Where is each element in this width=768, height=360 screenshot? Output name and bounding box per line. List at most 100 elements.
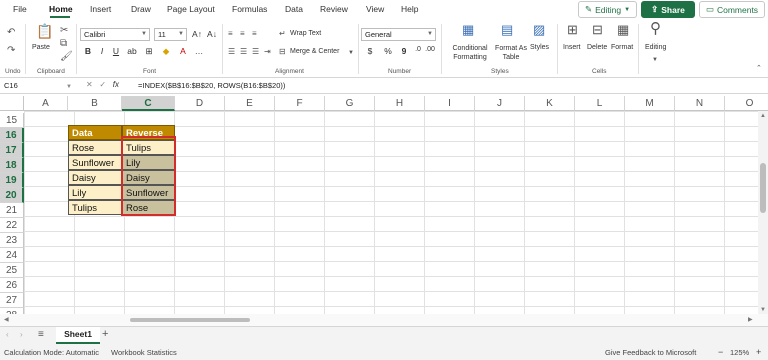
chevron-down-icon[interactable]: ▼ — [348, 48, 354, 58]
editing-mode-button[interactable]: ✎ Editing ▼ — [578, 1, 637, 18]
row-header-19[interactable]: 19 — [0, 173, 24, 188]
cell-styles-button[interactable]: Styles — [530, 44, 549, 51]
function-icon[interactable]: fx — [113, 80, 119, 89]
copy-icon[interactable]: ⧉ — [60, 39, 67, 49]
percent-icon[interactable]: % — [382, 46, 394, 56]
tab-view[interactable]: View — [366, 4, 384, 14]
column-header-k[interactable]: K — [525, 96, 575, 111]
sheet-tab-sheet1[interactable]: Sheet1 — [56, 327, 100, 344]
format-painter-icon[interactable]: 🖌 — [60, 52, 73, 62]
tab-page-layout[interactable]: Page Layout — [167, 4, 215, 14]
undo-icon[interactable]: ↶ — [7, 28, 15, 38]
prev-sheet-icon[interactable]: ‹ — [6, 330, 9, 339]
more-icon[interactable]: … — [193, 46, 205, 56]
delete-button[interactable]: Delete — [587, 44, 607, 51]
tab-draw[interactable]: Draw — [131, 4, 151, 14]
paste-button[interactable]: Paste — [32, 44, 50, 51]
borders-icon[interactable]: ⊞ — [143, 46, 155, 57]
column-header-b[interactable]: B — [68, 96, 122, 111]
enter-icon[interactable]: ✓ — [99, 80, 106, 89]
increase-font-icon[interactable]: A↑ — [191, 29, 203, 39]
data-cell[interactable]: Tulips — [68, 200, 122, 215]
data-cell[interactable]: Rose — [68, 140, 122, 155]
decrease-decimal-icon[interactable]: .00 — [424, 46, 436, 53]
column-header-c[interactable]: C — [122, 96, 175, 111]
row-header-21[interactable]: 21 — [0, 203, 24, 218]
data-cell[interactable]: Sunflower — [68, 155, 122, 170]
vertical-scrollbar[interactable]: ▲ ▼ — [758, 111, 768, 321]
scroll-right-icon[interactable]: ▶ — [748, 316, 753, 323]
bold-icon[interactable]: B — [82, 46, 94, 56]
column-header-i[interactable]: I — [425, 96, 475, 111]
increase-decimal-icon[interactable]: .0 — [412, 46, 424, 53]
wrap-text-button[interactable]: Wrap Text — [290, 30, 321, 37]
tab-insert[interactable]: Insert — [90, 4, 111, 14]
column-header-g[interactable]: G — [325, 96, 375, 111]
row-header-27[interactable]: 27 — [0, 293, 24, 308]
horizontal-scroll-thumb[interactable] — [130, 318, 250, 322]
column-header-m[interactable]: M — [625, 96, 675, 111]
column-header-o[interactable]: O — [725, 96, 768, 111]
row-header-16[interactable]: 16 — [0, 128, 24, 143]
column-header-e[interactable]: E — [225, 96, 275, 111]
all-sheets-menu-icon[interactable]: ≡ — [38, 329, 44, 340]
paste-icon[interactable]: 📋 — [36, 24, 53, 38]
row-header-22[interactable]: 22 — [0, 218, 24, 233]
zoom-out-icon[interactable]: − — [718, 347, 723, 357]
column-header-j[interactable]: J — [475, 96, 525, 111]
collapse-ribbon-icon[interactable]: ⌃ — [756, 64, 762, 74]
row-header-26[interactable]: 26 — [0, 278, 24, 293]
header-cell-data[interactable]: Data — [68, 125, 122, 140]
row-header-25[interactable]: 25 — [0, 263, 24, 278]
select-all-corner[interactable] — [0, 96, 24, 111]
decrease-font-icon[interactable]: A↓ — [206, 29, 218, 39]
tab-file[interactable]: File — [13, 4, 27, 14]
font-name-dropdown[interactable]: Calibri ▼ — [80, 28, 150, 41]
row-header-23[interactable]: 23 — [0, 233, 24, 248]
tab-help[interactable]: Help — [401, 4, 418, 14]
italic-icon[interactable]: I — [96, 46, 108, 56]
cancel-icon[interactable]: ✕ — [86, 80, 93, 89]
tab-home[interactable]: Home — [49, 4, 73, 14]
tab-data[interactable]: Data — [285, 4, 303, 14]
tab-review[interactable]: Review — [320, 4, 348, 14]
column-header-d[interactable]: D — [175, 96, 225, 111]
data-cell[interactable]: Lily — [68, 185, 122, 200]
indent-icon[interactable]: ⇥ — [264, 47, 271, 57]
number-format-dropdown[interactable]: General ▼ — [361, 28, 436, 41]
align-right-icon[interactable]: ☰ — [252, 47, 259, 57]
scroll-up-icon[interactable]: ▲ — [760, 113, 766, 119]
format-as-table-button[interactable]: Format As Table — [494, 44, 528, 62]
scroll-down-icon[interactable]: ▼ — [760, 307, 766, 313]
comments-button[interactable]: ▭ Comments — [699, 1, 765, 18]
font-color-icon[interactable]: A — [177, 46, 189, 56]
align-top-icon[interactable]: ≡ — [228, 29, 233, 39]
data-cell[interactable]: Daisy — [68, 170, 122, 185]
strikethrough-icon[interactable]: ab — [126, 46, 138, 56]
name-box[interactable]: C16 — [4, 80, 66, 92]
align-middle-icon[interactable]: ≡ — [240, 29, 245, 39]
merge-center-button[interactable]: Merge & Center — [290, 48, 339, 55]
formula-input[interactable]: =INDEX($B$16:$B$20, ROWS(B16:$B$20)) — [138, 80, 285, 92]
row-header-17[interactable]: 17 — [0, 143, 24, 158]
zoom-in-icon[interactable]: + — [756, 347, 761, 357]
column-header-f[interactable]: F — [275, 96, 325, 111]
share-button[interactable]: ⇪ Share — [641, 1, 695, 18]
format-button[interactable]: Format — [611, 44, 633, 51]
align-bottom-icon[interactable]: ≡ — [252, 29, 257, 39]
feedback-link[interactable]: Give Feedback to Microsoft — [605, 348, 696, 357]
scroll-left-icon[interactable]: ◀ — [4, 316, 9, 323]
horizontal-scrollbar[interactable]: ◀ ▶ — [0, 314, 768, 326]
align-center-icon[interactable]: ☰ — [240, 47, 247, 57]
comma-icon[interactable]: 9 — [398, 46, 410, 56]
column-header-n[interactable]: N — [675, 96, 725, 111]
editing-group-button[interactable]: Editing — [645, 44, 666, 51]
redo-icon[interactable]: ↷ — [7, 46, 15, 56]
column-header-h[interactable]: H — [375, 96, 425, 111]
row-header-20[interactable]: 20 — [0, 188, 24, 203]
underline-icon[interactable]: U — [110, 46, 122, 56]
column-header-a[interactable]: A — [24, 96, 68, 111]
zoom-level[interactable]: 125% — [730, 348, 749, 357]
next-sheet-icon[interactable]: › — [20, 330, 23, 339]
row-header-24[interactable]: 24 — [0, 248, 24, 263]
